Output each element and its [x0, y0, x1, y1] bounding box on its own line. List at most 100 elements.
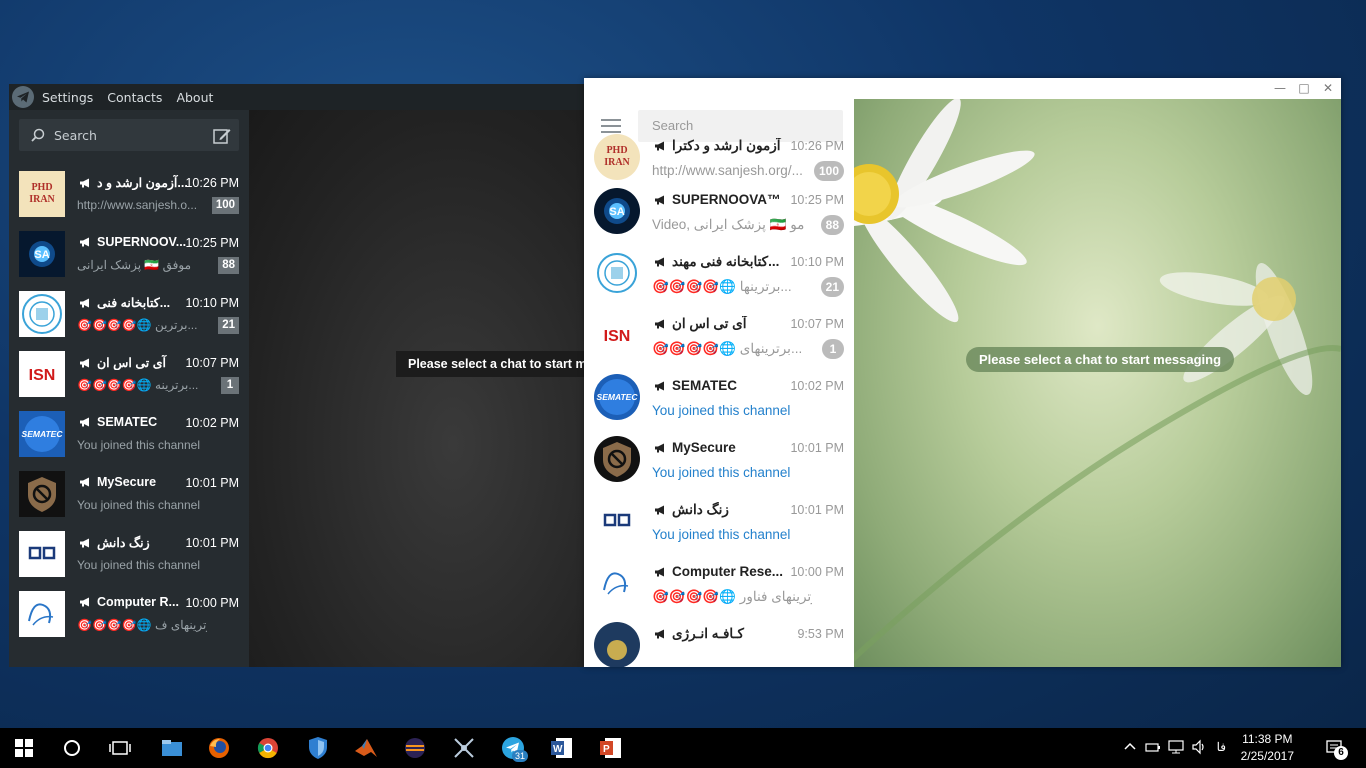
- word-icon[interactable]: W: [548, 734, 576, 762]
- channel-megaphone-icon: [80, 417, 89, 427]
- channel-megaphone-icon: [655, 443, 664, 452]
- chat-preview: 🎯🎯🎯🎯🌐 برترینهای ف...: [77, 618, 207, 632]
- powerpoint-icon[interactable]: P: [597, 734, 625, 762]
- chat-name-text: SEMATEC: [672, 378, 738, 393]
- light-titlebar: — □ ✕: [584, 78, 1341, 99]
- svg-text:SA: SA: [34, 249, 49, 261]
- chat-preview: http://www.sanjesh.org/...: [652, 163, 803, 178]
- dark-chat-row[interactable]: SA SUPERNOOV... 10:25 PM پزشک ایرانی 🇮🇷 موف…: [9, 225, 249, 285]
- chat-preview: You joined this channel: [652, 527, 791, 542]
- chat-time: 10:02 PM: [790, 379, 844, 393]
- dark-chat-row[interactable]: SEMATEC SEMATEC 10:02 PM You joined this ch…: [9, 405, 249, 465]
- chat-name: آزمون ارشد و د...: [79, 175, 189, 190]
- chat-name: MySecure: [79, 475, 189, 489]
- chat-name-text: کتابخانه فنی مهند...: [672, 254, 780, 269]
- close-icon[interactable]: ✕: [1321, 81, 1335, 95]
- matlab-icon[interactable]: [352, 734, 380, 762]
- chat-time: 10:01 PM: [185, 536, 239, 550]
- light-chat-row[interactable]: MySecure 10:01 PM You joined this channel: [584, 429, 854, 491]
- chat-time: 10:10 PM: [185, 296, 239, 310]
- input-language[interactable]: فا: [1217, 740, 1226, 754]
- dark-chat-row[interactable]: کتابخانه فنی... 10:10 PM 🎯🎯🎯🎯🌐 برترین... 21: [9, 285, 249, 345]
- chat-name-text: آی تی اس ان: [672, 316, 747, 331]
- chat-name: آی تی اس ان: [654, 316, 784, 332]
- svg-text:SA: SA: [609, 206, 624, 218]
- channel-megaphone-icon: [80, 477, 89, 487]
- eclipse-icon[interactable]: [401, 734, 429, 762]
- channel-avatar: PHD IRAN: [594, 134, 640, 180]
- chat-name: کتابخانه فنی...: [79, 295, 189, 310]
- cortana-icon[interactable]: [58, 734, 86, 762]
- security-shield-icon[interactable]: [304, 734, 332, 762]
- chat-preview: You joined this channel: [77, 438, 200, 452]
- channel-avatar: [594, 622, 640, 667]
- unread-badge: 1: [221, 377, 239, 394]
- light-chat-row[interactable]: کـافـه انـرژی 9:53 PM: [584, 615, 854, 667]
- windows-start-icon[interactable]: [10, 734, 38, 762]
- chat-time: 10:02 PM: [185, 416, 239, 430]
- chat-preview: 🎯🎯🎯🎯🌐 برترینه...: [77, 378, 199, 392]
- battery-icon[interactable]: [1145, 739, 1161, 755]
- chat-name-text: کتابخانه فنی...: [97, 296, 171, 310]
- dark-search-input[interactable]: Search: [19, 119, 239, 151]
- telegram-logo-icon: [12, 86, 34, 108]
- menu-settings[interactable]: Settings: [42, 90, 93, 105]
- firefox-icon[interactable]: [205, 734, 233, 762]
- chevron-up-icon[interactable]: [1122, 739, 1138, 755]
- svg-text:ISN: ISN: [29, 367, 56, 384]
- channel-megaphone-icon: [80, 237, 89, 247]
- chat-name-text: کـافـه انـرژی: [672, 626, 744, 641]
- dark-chat-row[interactable]: ISN آی تی اس ان 10:07 PM 🎯🎯🎯🎯🌐 برترینه... 1: [9, 345, 249, 405]
- channel-avatar: SEMATEC: [19, 411, 65, 457]
- svg-text:IRAN: IRAN: [29, 194, 55, 205]
- taskbar-clock[interactable]: 11:38 PM 2/25/2017: [1241, 731, 1294, 765]
- chat-name: SUPERNOOVA™: [654, 192, 784, 207]
- chat-time: 10:07 PM: [185, 356, 239, 370]
- dark-chat-row[interactable]: Computer R... 10:00 PM 🎯🎯🎯🎯🌐 برترینهای ف..…: [9, 585, 249, 645]
- dark-chat-row[interactable]: MySecure 10:01 PM You joined this channel: [9, 465, 249, 525]
- chat-preview: پزشک ایرانی 🇮🇷 موفق: [77, 258, 192, 272]
- channel-avatar: [594, 250, 640, 296]
- minimize-icon[interactable]: —: [1273, 81, 1287, 95]
- chat-name: آی تی اس ان: [79, 355, 189, 370]
- light-chat-row[interactable]: PHD IRAN آزمون ارشد و دکترا 10:26 PM http://…: [584, 127, 854, 189]
- channel-megaphone-icon: [655, 141, 664, 151]
- light-chat-row[interactable]: زنگ دانش 10:01 PM You joined this channel: [584, 491, 854, 553]
- channel-avatar: [19, 591, 65, 637]
- network-tool-icon[interactable]: [450, 734, 478, 762]
- light-chat-row[interactable]: ISN آی تی اس ان 10:07 PM 🎯🎯🎯🎯🌐 برترینهای...…: [584, 305, 854, 367]
- channel-avatar: ISN: [594, 312, 640, 358]
- chat-name: کتابخانه فنی مهند...: [654, 254, 784, 270]
- volume-icon[interactable]: [1191, 739, 1207, 755]
- file-explorer-icon[interactable]: [158, 734, 186, 762]
- channel-megaphone-icon: [655, 381, 664, 390]
- menu-contacts[interactable]: Contacts: [107, 90, 162, 105]
- menu-about[interactable]: About: [176, 90, 213, 105]
- chat-preview: 🎯🎯🎯🎯🌐 برترینها...: [652, 279, 792, 294]
- channel-avatar: ISN: [19, 351, 65, 397]
- dark-chat-list: Search PHD IRAN آزمون ارشد و د... 10:26 PM h…: [9, 110, 249, 667]
- unread-badge: 1: [822, 339, 844, 359]
- chat-time: 10:00 PM: [185, 596, 239, 610]
- chat-name-text: MySecure: [672, 440, 736, 455]
- chat-time: 10:01 PM: [790, 441, 844, 455]
- network-icon[interactable]: [1168, 739, 1184, 755]
- task-view-icon[interactable]: [106, 734, 134, 762]
- chat-name: SEMATEC: [79, 415, 189, 429]
- channel-avatar: SA: [594, 188, 640, 234]
- chrome-icon[interactable]: [254, 734, 282, 762]
- channel-megaphone-icon: [655, 505, 664, 515]
- light-chat-row[interactable]: Computer Rese... 10:00 PM 🎯🎯🎯🎯🌐 برترینهای …: [584, 553, 854, 615]
- dark-chat-row[interactable]: زنگ دانش 10:01 PM You joined this channel: [9, 525, 249, 585]
- telegram-desktop-old-window: Settings Contacts About Search PHD IRAN آز…: [9, 84, 589, 667]
- compose-icon[interactable]: [213, 127, 231, 145]
- unread-badge: 100: [211, 197, 239, 214]
- maximize-icon[interactable]: □: [1297, 81, 1311, 95]
- dark-chat-row[interactable]: PHD IRAN آزمون ارشد و د... 10:26 PM http://w…: [9, 165, 249, 225]
- unread-badge: 21: [218, 317, 239, 334]
- light-chat-row[interactable]: SEMATEC SEMATEC 10:02 PM You joined this ch…: [584, 367, 854, 429]
- light-chat-row[interactable]: SA SUPERNOOVA™ 10:25 PM Video, پزشک ایرانی …: [584, 181, 854, 243]
- light-chat-row[interactable]: کتابخانه فنی مهند... 10:10 PM 🎯🎯🎯🎯🌐 برترین…: [584, 243, 854, 305]
- svg-text:SEMATEC: SEMATEC: [22, 429, 64, 439]
- unread-badge: 21: [820, 277, 844, 297]
